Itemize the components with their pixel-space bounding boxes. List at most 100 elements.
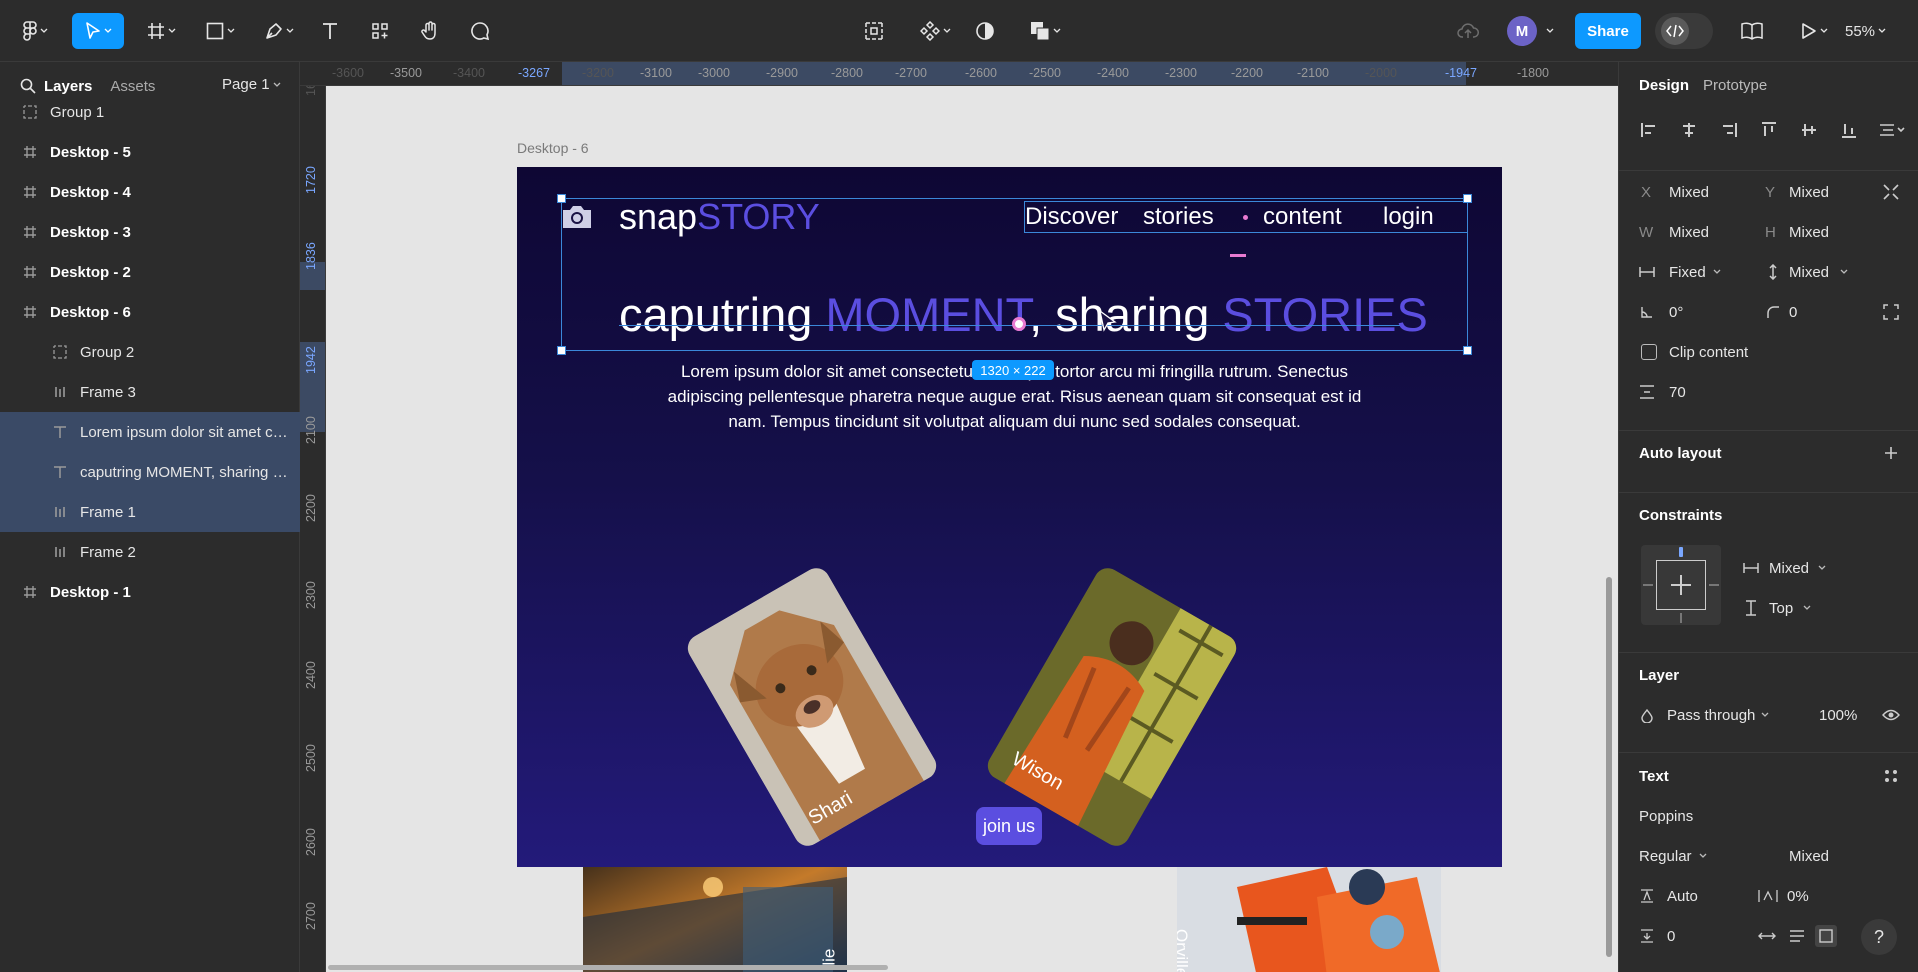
add-auto-layout-icon[interactable] <box>1881 443 1901 463</box>
frame-label[interactable]: Desktop - 6 <box>517 140 589 156</box>
constraint-top-active[interactable] <box>1679 547 1683 557</box>
eye-icon[interactable] <box>1881 706 1901 724</box>
blend-mode-dropdown[interactable]: Pass through <box>1667 707 1755 724</box>
constraint-bottom[interactable] <box>1680 613 1682 623</box>
main-menu-button[interactable] <box>18 13 52 49</box>
auto-height-icon[interactable] <box>1787 928 1807 944</box>
layer-row[interactable]: Frame 3 <box>0 372 300 412</box>
corner-radius-field[interactable]: 0 <box>1789 304 1797 321</box>
tab-design[interactable]: Design <box>1639 77 1689 94</box>
ski-photo[interactable]: Orville <box>1177 857 1441 972</box>
align-center-horizontal-icon[interactable] <box>1679 120 1699 140</box>
library-button[interactable] <box>1740 13 1764 49</box>
constraints-widget[interactable] <box>1641 545 1721 625</box>
shape-tool-button[interactable] <box>199 13 241 49</box>
fixed-size-icon[interactable] <box>1815 925 1837 947</box>
line-height-field[interactable]: Auto <box>1667 888 1698 905</box>
resources-button[interactable] <box>368 13 392 49</box>
component-button[interactable] <box>914 13 956 49</box>
layer-row[interactable]: Frame 1 <box>0 492 300 532</box>
layer-row[interactable]: Desktop - 1 <box>0 572 300 612</box>
vertical-scrollbar[interactable] <box>1606 577 1612 957</box>
align-right-icon[interactable] <box>1719 120 1739 140</box>
height-mode-dropdown[interactable]: Mixed <box>1789 264 1829 281</box>
w-field[interactable]: Mixed <box>1669 224 1709 241</box>
align-center-vertical-icon[interactable] <box>1799 120 1819 140</box>
ruler-tick-label: -2100 <box>1297 66 1329 80</box>
layer-row[interactable]: Lorem ipsum dolor sit amet co... <box>0 412 300 452</box>
rotation-field[interactable]: 0° <box>1669 304 1683 321</box>
street-photo[interactable]: llie <box>583 857 847 972</box>
edit-object-button[interactable] <box>862 13 886 49</box>
opacity-field[interactable]: 100% <box>1819 707 1857 724</box>
constraint-left[interactable] <box>1643 584 1653 586</box>
frame-icon <box>22 224 38 240</box>
font-family-dropdown[interactable]: Poppins <box>1639 808 1693 825</box>
vertical-constraint-dropdown[interactable]: Top <box>1769 600 1793 617</box>
align-left-icon[interactable] <box>1639 120 1659 140</box>
constraint-right[interactable] <box>1709 584 1719 586</box>
clip-content-checkbox[interactable] <box>1641 344 1657 360</box>
layer-row[interactable]: Desktop - 6 <box>0 292 300 332</box>
boolean-button[interactable] <box>1024 13 1066 49</box>
share-button[interactable]: Share <box>1575 13 1641 49</box>
resize-handle-top-right[interactable] <box>1463 194 1472 203</box>
paragraph-spacing-field[interactable]: 0 <box>1667 928 1675 945</box>
present-button[interactable] <box>1796 13 1832 49</box>
pen-tool-button[interactable] <box>258 13 300 49</box>
frame-tool-button[interactable] <box>140 13 182 49</box>
align-bottom-icon[interactable] <box>1839 120 1859 140</box>
design-panel: Design Prototype X Mixed Y Mixed W Mixed… <box>1618 62 1918 972</box>
font-weight-dropdown[interactable]: Regular <box>1639 848 1692 865</box>
ruler-tick-label: -3400 <box>453 66 485 80</box>
ruler-tick-label: 2700 <box>304 902 318 930</box>
width-mode-dropdown[interactable]: Fixed <box>1669 264 1706 281</box>
horizontal-scrollbar[interactable] <box>328 965 888 970</box>
zoom-dropdown[interactable]: 55% <box>1845 13 1886 49</box>
clip-content-label: Clip content <box>1669 344 1749 361</box>
help-button[interactable]: ? <box>1861 919 1897 955</box>
comment-tool-button[interactable] <box>468 13 492 49</box>
independent-corners-icon[interactable] <box>1881 302 1901 322</box>
page-selector[interactable]: Page 1 <box>222 76 281 93</box>
dog-photo-card[interactable]: Shari <box>682 563 942 851</box>
horizontal-constraint-dropdown[interactable]: Mixed <box>1769 560 1809 577</box>
ruler-tick-label: 2300 <box>304 581 318 609</box>
mask-button[interactable] <box>973 13 997 49</box>
layer-row[interactable]: Desktop - 2 <box>0 252 300 292</box>
auto-width-icon[interactable] <box>1757 928 1777 944</box>
resize-handle-bottom-right[interactable] <box>1463 346 1472 355</box>
layer-row[interactable]: Desktop - 5 <box>0 132 300 172</box>
distribute-icon[interactable] <box>1877 120 1907 140</box>
avatar[interactable]: M <box>1507 16 1537 46</box>
y-field[interactable]: Mixed <box>1789 184 1829 201</box>
dev-mode-toggle[interactable] <box>1655 13 1713 49</box>
align-top-icon[interactable] <box>1759 120 1779 140</box>
desktop-6-frame[interactable]: snapSTORY Discover stories content login… <box>517 167 1502 867</box>
layer-row[interactable]: Desktop - 4 <box>0 172 300 212</box>
resize-handle-bottom-left[interactable] <box>557 346 566 355</box>
x-field[interactable]: Mixed <box>1669 184 1709 201</box>
join-us-button[interactable]: join us <box>976 807 1042 845</box>
avatar-menu-chevron[interactable] <box>1543 13 1557 49</box>
canvas[interactable]: -3600 -3500 -3400 -3267 -3200 -3100 -3000 -2900… <box>300 62 1618 972</box>
text-styles-icon[interactable] <box>1881 766 1901 786</box>
font-size-field[interactable]: Mixed <box>1789 848 1829 865</box>
h-field[interactable]: Mixed <box>1789 224 1829 241</box>
layer-row[interactable]: Frame 2 <box>0 532 300 572</box>
hand-tool-button[interactable] <box>418 13 442 49</box>
chevron-down-icon <box>943 28 951 34</box>
tab-prototype[interactable]: Prototype <box>1703 77 1767 94</box>
move-tool-button[interactable] <box>72 13 124 49</box>
layer-row[interactable]: Desktop - 3 <box>0 212 300 252</box>
letter-spacing-field[interactable]: 0% <box>1787 888 1809 905</box>
chevron-down-icon <box>1801 602 1813 614</box>
layer-row[interactable]: caputring MOMENT, sharing S... <box>0 452 300 492</box>
constraint-center-h[interactable] <box>1671 584 1691 586</box>
layer-row[interactable]: Group 1 <box>0 92 300 132</box>
layer-row[interactable]: Group 2 <box>0 332 300 372</box>
resize-handle-top-left[interactable] <box>557 194 566 203</box>
spacing-field[interactable]: 70 <box>1669 384 1686 401</box>
constrain-proportions-icon[interactable] <box>1881 182 1901 202</box>
text-tool-button[interactable] <box>318 13 342 49</box>
